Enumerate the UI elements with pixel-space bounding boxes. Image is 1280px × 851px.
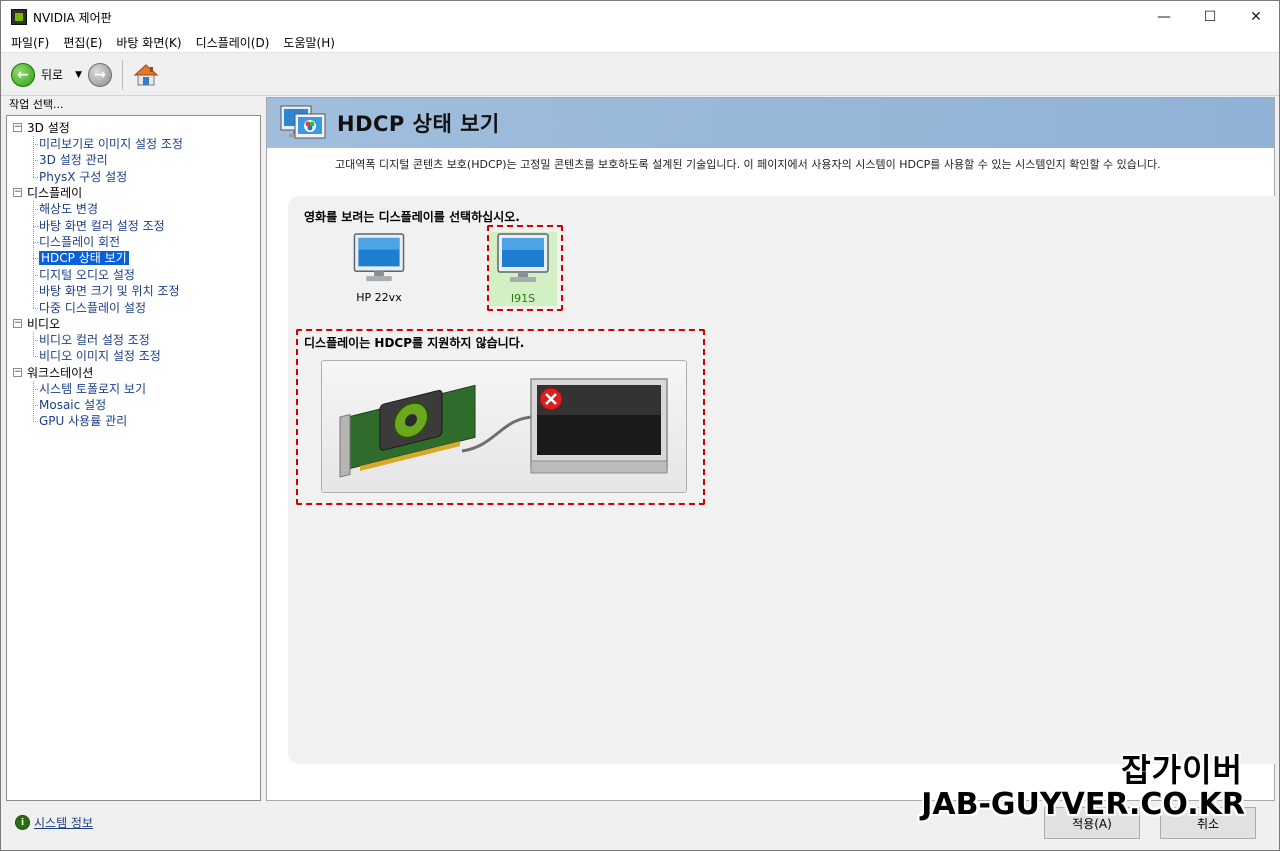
tree-item-hdcp-status[interactable]: HDCP 상태 보기 [7, 250, 260, 266]
window-controls: — ☐ ✕ [1141, 1, 1279, 33]
tree-category-display[interactable]: − 디스플레이 [7, 185, 260, 201]
back-arrow-icon[interactable]: ← [11, 62, 35, 87]
tree-group-video: − 비디오 비디오 컬러 설정 조정 비디오 이미지 설정 조정 [7, 316, 260, 365]
toolbar: ← 뒤로 ▼ → [1, 54, 1279, 96]
system-info-icon[interactable]: i [15, 815, 30, 830]
tree-item-desktop-size-position[interactable]: 바탕 화면 크기 및 위치 조정 [7, 283, 260, 299]
tree-item-video-color[interactable]: 비디오 컬러 설정 조정 [7, 332, 260, 348]
display-name: HP 22vx [356, 291, 402, 304]
tree-item-preview-image-settings[interactable]: 미리보기로 이미지 설정 조정 [7, 136, 260, 152]
tree-item-rotate-display[interactable]: 디스플레이 회전 [7, 234, 260, 250]
menu-edit[interactable]: 편집(E) [59, 34, 106, 51]
collapse-toggle-icon[interactable]: − [13, 188, 22, 198]
tree-category-workstation[interactable]: − 워크스테이션 [7, 365, 260, 381]
menu-file[interactable]: 파일(F) [7, 34, 53, 51]
task-tree-panel: − 3D 설정 미리보기로 이미지 설정 조정 3D 설정 관리 PhysX 구… [6, 115, 261, 801]
toolbar-separator [122, 59, 124, 90]
forward-arrow-icon[interactable]: → [88, 62, 113, 87]
tree-category-3d-settings[interactable]: − 3D 설정 [7, 120, 260, 136]
display-option-hp22vx[interactable]: HP 22vx [347, 232, 411, 304]
annotation-dashed-box [296, 329, 705, 505]
page-description: 고대역폭 디지털 콘텐츠 보호(HDCP)는 고정밀 콘텐츠를 보호하도록 설계… [335, 158, 1161, 171]
tree-group-workstation: − 워크스테이션 시스템 토폴로지 보기 Mosaic 설정 GPU 사용률 관… [7, 365, 260, 430]
minimize-button[interactable]: — [1141, 1, 1187, 33]
menu-display[interactable]: 디스플레이(D) [192, 34, 274, 51]
tree-item-digital-audio[interactable]: 디지털 오디오 설정 [7, 267, 260, 283]
system-info-link[interactable]: 시스템 정보 [34, 814, 93, 831]
select-display-label: 영화를 보려는 디스플레이를 선택하십시오. [304, 210, 520, 224]
title-bar: NVIDIA 제어판 — ☐ ✕ [1, 1, 1279, 33]
back-button-label[interactable]: 뒤로 [41, 66, 63, 83]
collapse-toggle-icon[interactable]: − [13, 123, 22, 132]
home-icon[interactable] [133, 62, 159, 88]
tree-item-manage-3d-settings[interactable]: 3D 설정 관리 [7, 152, 260, 168]
menu-help[interactable]: 도움말(H) [279, 34, 339, 51]
content-panel: HDCP 상태 보기 고대역폭 디지털 콘텐츠 보호(HDCP)는 고정밀 콘텐… [266, 97, 1276, 801]
collapse-toggle-icon[interactable]: − [13, 318, 22, 328]
watermark-korean: 잡가이버 [1121, 751, 1243, 789]
monitor-icon [353, 233, 405, 282]
task-select-header: 작업 선택... [9, 98, 64, 111]
history-dropdown-icon[interactable]: ▼ [75, 70, 82, 80]
page-header: HDCP 상태 보기 [267, 98, 1274, 148]
tree-item-mosaic-settings[interactable]: Mosaic 설정 [7, 397, 260, 413]
page-title: HDCP 상태 보기 [337, 112, 500, 136]
tree-item-video-image[interactable]: 비디오 이미지 설정 조정 [7, 348, 260, 364]
tree-item-multiple-displays[interactable]: 다중 디스플레이 설정 [7, 300, 260, 316]
window-title: NVIDIA 제어판 [33, 10, 112, 25]
watermark-url: JAB-GUYVER.CO.KR [921, 787, 1245, 822]
tree-item-system-topology[interactable]: 시스템 토폴로지 보기 [7, 381, 260, 397]
collapse-toggle-icon[interactable]: − [13, 367, 22, 377]
tree-item-desktop-color[interactable]: 바탕 화면 컬러 설정 조정 [7, 218, 260, 234]
tree-group-display: − 디스플레이 해상도 변경 바탕 화면 컬러 설정 조정 디스플레이 회전 H… [7, 185, 260, 316]
hdcp-monitors-icon [280, 105, 326, 139]
system-info-area: i 시스템 정보 [15, 814, 93, 831]
tree-item-change-resolution[interactable]: 해상도 변경 [7, 201, 260, 217]
menu-bar: 파일(F) 편집(E) 바탕 화면(K) 디스플레이(D) 도움말(H) [1, 33, 1279, 53]
menu-desktop[interactable]: 바탕 화면(K) [112, 34, 185, 51]
nvidia-control-panel-window: NVIDIA 제어판 — ☐ ✕ 파일(F) 편집(E) 바탕 화면(K) 디스… [0, 0, 1280, 851]
annotation-dashed-box [487, 225, 563, 311]
maximize-button[interactable]: ☐ [1187, 1, 1233, 33]
tree-group-3d-settings: − 3D 설정 미리보기로 이미지 설정 조정 3D 설정 관리 PhysX 구… [7, 120, 260, 185]
tree-item-physx-settings[interactable]: PhysX 구성 설정 [7, 169, 260, 185]
tree-category-video[interactable]: − 비디오 [7, 316, 260, 332]
nvidia-app-icon [11, 9, 27, 25]
tree-item-gpu-utilization[interactable]: GPU 사용률 관리 [7, 413, 260, 429]
close-button[interactable]: ✕ [1233, 1, 1279, 33]
